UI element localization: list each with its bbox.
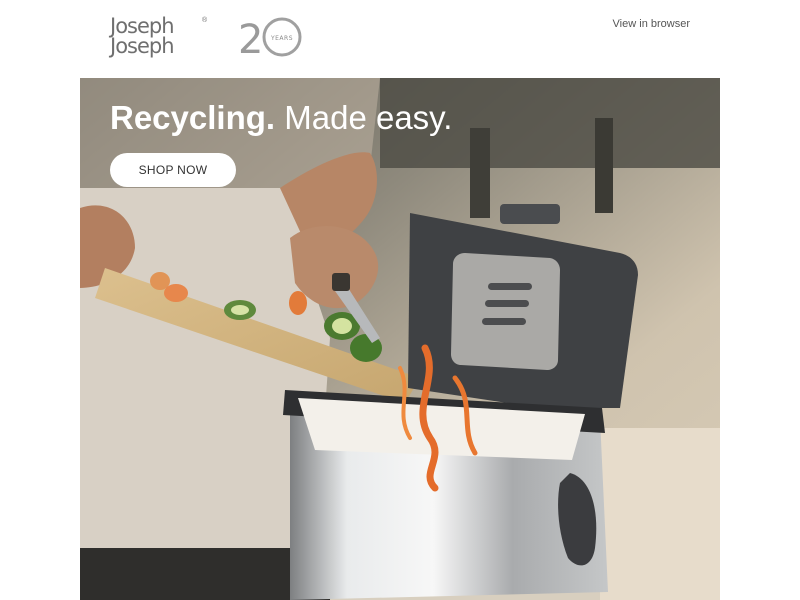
email-page: Joseph Joseph ® 2 YEARS View in browser [0,0,800,600]
shop-now-button[interactable]: SHOP NOW [110,153,236,187]
registered-mark: ® [202,17,208,24]
email-header: Joseph Joseph ® 2 YEARS View in browser [80,0,720,78]
anniversary-label: YEARS [270,35,293,42]
anniversary-badge: 2 YEARS [238,17,302,59]
hero-headline-light: Made easy. [284,99,453,136]
hero-headline-bold: Recycling. [110,99,276,136]
hero-banner[interactable]: Recycling. Made easy. SHOP NOW [80,78,720,600]
view-in-browser-link[interactable]: View in browser [613,18,690,30]
anniversary-number-digit: 2 [238,17,263,59]
brand-logo-line-1: Joseph [110,14,175,38]
hero-headline: Recycling. Made easy. [110,98,452,138]
brand-logo[interactable]: Joseph Joseph ® [110,16,208,61]
brand-logo-line-2: Joseph [110,34,175,58]
